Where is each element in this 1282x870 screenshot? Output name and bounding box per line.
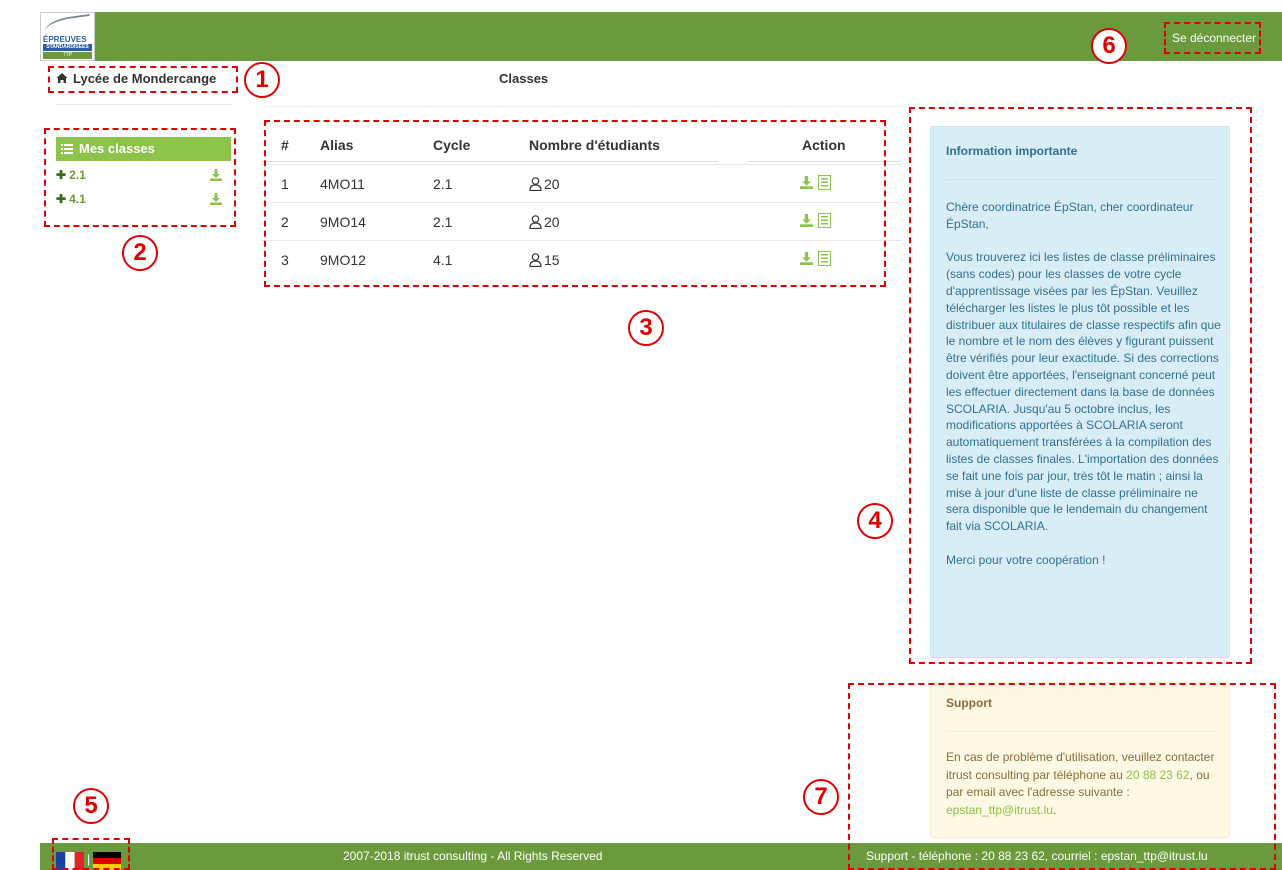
logo-text-line1: ÉPREUVES [43,35,87,44]
annotation-number-7: 7 [803,779,839,815]
annotation-box-5 [52,838,130,870]
annotation-box-6 [1164,22,1261,54]
annotation-number-1: 1 [244,62,280,98]
annotation-box-1 [48,66,238,93]
footer-copyright: 2007-2018 itrust consulting - All Rights… [343,849,603,863]
annotation-box-2 [44,128,236,227]
logo-text-line3: TTP [43,52,92,59]
annotation-box-3 [264,120,886,287]
header-divider [262,106,902,107]
page: ÉPREUVES STANDARDISÉES TTP Se déconnecte… [0,0,1282,870]
page-title: Classes [499,71,549,86]
sidebar-divider [56,104,232,105]
logo-text-line2: STANDARDISÉES [43,44,92,51]
epreuves-logo[interactable]: ÉPREUVES STANDARDISÉES TTP [40,12,95,61]
annotation-number-2: 2 [122,235,158,271]
annotation-number-3: 3 [628,310,664,346]
annotation-number-6: 6 [1091,28,1127,64]
annotation-number-4: 4 [857,503,893,539]
annotation-box-7 [848,683,1276,870]
annotation-box-4 [909,107,1252,664]
annotation-number-5: 5 [73,788,109,824]
